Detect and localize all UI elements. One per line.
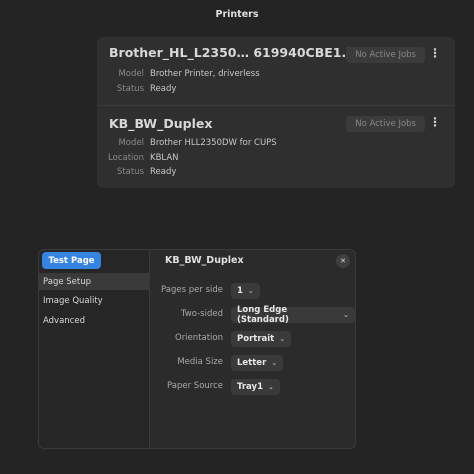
option-label: Orientation bbox=[175, 333, 223, 343]
menu-icon[interactable]: ⋮ bbox=[429, 46, 441, 60]
jobs-button[interactable]: No Active Jobs bbox=[346, 116, 425, 132]
nav-image-quality[interactable]: Image Quality bbox=[39, 292, 149, 309]
detail-value: Brother HLL2350DW for CUPS bbox=[150, 138, 277, 148]
detail-key: Location bbox=[108, 153, 144, 163]
jobs-button[interactable]: No Active Jobs bbox=[346, 47, 425, 63]
dropdown-value: Letter bbox=[237, 358, 267, 368]
printer-name: Brother_HL_L2350… 619940CBE1.local bbox=[109, 45, 380, 60]
test-page-button[interactable]: Test Page bbox=[42, 252, 101, 269]
chevron-down-icon: ⌄ bbox=[343, 311, 349, 319]
divider bbox=[97, 105, 455, 106]
nav-page-setup[interactable]: Page Setup bbox=[39, 273, 149, 290]
detail-key: Status bbox=[116, 84, 144, 94]
media-size-dropdown[interactable]: Letter ⌄ bbox=[231, 355, 284, 371]
menu-icon[interactable]: ⋮ bbox=[429, 115, 441, 129]
detail-key: Model bbox=[118, 138, 144, 148]
two-sided-dropdown[interactable]: Long Edge (Standard) ⌄ bbox=[231, 305, 355, 325]
detail-key: Model bbox=[118, 69, 144, 79]
dialog-title: KB_BW_Duplex bbox=[165, 255, 244, 266]
option-label: Media Size bbox=[177, 357, 223, 367]
option-label: Paper Source bbox=[167, 381, 223, 391]
dialog-header: Test Page KB_BW_Duplex ✕ bbox=[39, 250, 355, 272]
window-title: Printers bbox=[215, 8, 259, 20]
chevron-down-icon: ⌄ bbox=[271, 359, 278, 367]
detail-row-status: Status Ready bbox=[97, 84, 176, 94]
pages-per-side-dropdown[interactable]: 1 ⌄ bbox=[231, 283, 260, 299]
detail-key: Status bbox=[116, 167, 144, 177]
nav-advanced[interactable]: Advanced bbox=[39, 312, 149, 329]
printer-name: KB_BW_Duplex bbox=[109, 116, 213, 131]
option-label: Pages per side bbox=[161, 285, 223, 295]
dropdown-value: Portrait bbox=[237, 334, 275, 344]
orientation-dropdown[interactable]: Portrait ⌄ bbox=[231, 331, 292, 347]
printer-card: Brother_HL_L2350… 619940CBE1.local No Ac… bbox=[97, 37, 455, 105]
printer-card: KB_BW_Duplex No Active Jobs ⋮ Model Brot… bbox=[97, 108, 455, 188]
chevron-down-icon: ⌄ bbox=[279, 335, 286, 343]
detail-row-status: Status Ready bbox=[97, 167, 176, 177]
close-icon[interactable]: ✕ bbox=[336, 254, 350, 268]
detail-value: Brother Printer, driverless bbox=[150, 69, 260, 79]
detail-row-model: Model Brother HLL2350DW for CUPS bbox=[97, 138, 277, 148]
detail-row-location: Location KBLAN bbox=[97, 153, 179, 163]
dropdown-value: 1 bbox=[237, 286, 243, 296]
dropdown-value: Long Edge (Standard) bbox=[237, 305, 289, 325]
printer-options-dialog: Page Setup Image Quality Advanced Test P… bbox=[38, 249, 356, 449]
detail-value: Ready bbox=[150, 167, 177, 177]
detail-row-model: Model Brother Printer, driverless bbox=[97, 69, 260, 79]
chevron-down-icon: ⌄ bbox=[268, 383, 274, 391]
dialog-sidebar: Page Setup Image Quality Advanced bbox=[39, 250, 150, 448]
paper-source-dropdown[interactable]: Tray1 ⌄ bbox=[231, 379, 280, 395]
chevron-down-icon: ⌄ bbox=[247, 287, 254, 295]
detail-value: Ready bbox=[150, 84, 177, 94]
dropdown-value: Tray1 bbox=[237, 382, 263, 392]
detail-value: KBLAN bbox=[150, 153, 179, 163]
option-label: Two-sided bbox=[181, 309, 223, 319]
